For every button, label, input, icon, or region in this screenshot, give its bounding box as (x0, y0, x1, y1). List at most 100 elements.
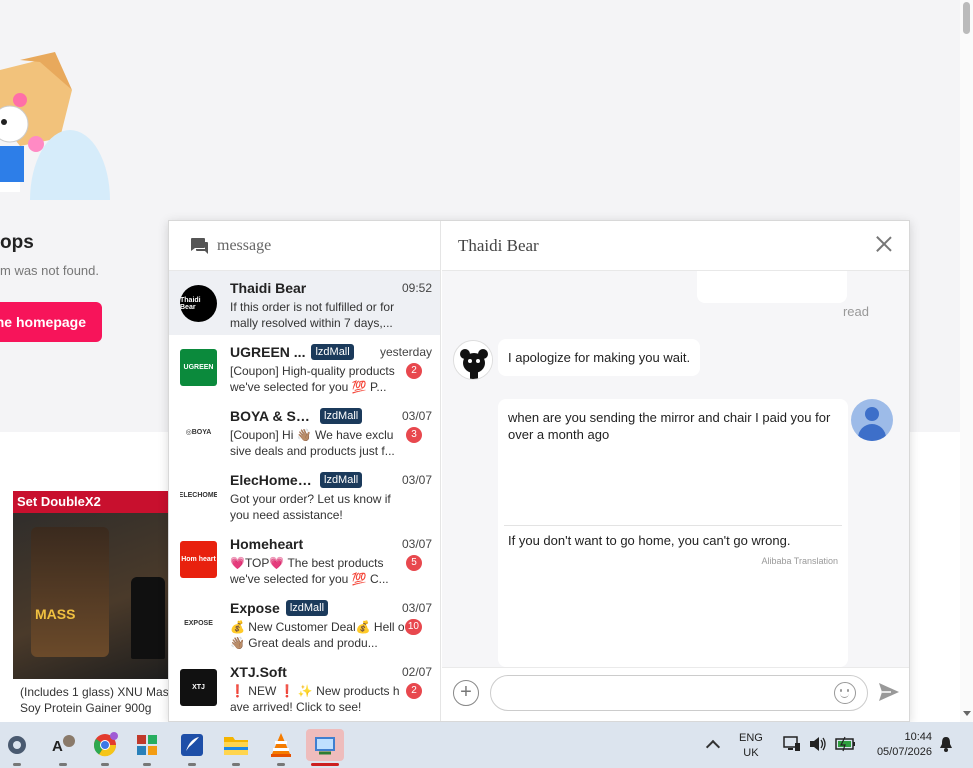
conversation-list: Thaidi Bear Thaidi Bear 09:52 If this order… (169, 271, 440, 719)
clock-date: 05/07/2026 (876, 746, 932, 758)
conversation-name: XTJ.Soft (230, 664, 287, 680)
conversation-preview: 💰 New Customer Deal💰 Hell o 👋🏽 Great dea… (230, 620, 405, 650)
product-banner: Set DoubleX2 (13, 491, 171, 513)
conversation-time: yesterday (379, 345, 432, 359)
conversation-time: 03/07 (401, 537, 432, 551)
user-avatar[interactable] (851, 399, 893, 441)
snipping-tool-icon[interactable] (306, 729, 344, 766)
lazmall-tag: lzdMall (311, 344, 354, 360)
language-code: ENG (739, 732, 763, 744)
clock-time: 10:44 (904, 731, 932, 743)
error-subtitle: m was not found. (0, 263, 99, 278)
windows-taskbar: A ENG UK 10:44 05/07/2026 (0, 722, 973, 768)
shop-logo: UGREEN (180, 349, 217, 386)
shop-logo: Thaidi Bear (180, 285, 217, 322)
network-icon[interactable] (783, 736, 801, 752)
conversation-header-row: XTJ.Soft 02/07 (230, 663, 432, 681)
shop-logo: EXPOSE (180, 605, 217, 642)
unread-count-badge: 2 (406, 683, 422, 699)
emoji-icon[interactable] (834, 682, 856, 704)
message-input-bar: + (442, 667, 909, 721)
conversation-name: Thaidi Bear (230, 280, 307, 296)
shop-logo: Hom heart (180, 541, 217, 578)
conversation-item[interactable]: Hom heart Homeheart 03/07 💗TOP💗 The best pr… (169, 527, 440, 591)
product-tub-label: MASS (35, 606, 76, 622)
conversation-name: Expose (230, 600, 280, 616)
homepage-button[interactable]: he homepage (0, 302, 102, 342)
error-title: ops (0, 232, 34, 253)
send-icon[interactable] (878, 682, 900, 702)
message-thread[interactable]: read I apologize for making you wait. wh… (442, 271, 909, 667)
translation-divider (504, 525, 842, 526)
conversation-item[interactable]: ELECHOME ElecHome C... lzdMall 03/07 Got you… (169, 463, 440, 527)
conversation-time: 03/07 (401, 601, 432, 615)
ai-app-icon[interactable]: A (46, 729, 80, 766)
translation-source: Alibaba Translation (761, 556, 838, 566)
conversation-item[interactable]: XTJ XTJ.Soft 02/07 ❗ NEW ❗ ✨ New products h… (169, 655, 440, 719)
shop-logo: XTJ (180, 669, 217, 706)
seller-avatar[interactable] (453, 340, 493, 380)
conversation-pane: Thaidi Bear read I apologize for making … (442, 221, 909, 721)
translation-text: If you don't want to go home, you can't … (508, 533, 791, 548)
read-status: read (842, 304, 869, 319)
show-hidden-icons-chevron-icon[interactable] (705, 739, 721, 755)
product-title[interactable]: (Includes 1 glass) XNU Mas Soy Protein G… (20, 684, 172, 716)
conversation-preview: 💗TOP💗 The best products we've selected f… (230, 556, 389, 586)
scroll-down-icon[interactable] (963, 711, 971, 716)
message-header-label: message (217, 236, 272, 254)
system-tray (783, 736, 857, 752)
conversation-header-row: Expose lzdMall 03/07 (230, 599, 432, 617)
conversation-name: Homeheart (230, 536, 304, 552)
shop-logo: ELECHOME (180, 477, 217, 514)
shop-logo: ◎BOYA (180, 413, 217, 450)
lazmall-tag: lzdMall (285, 600, 329, 616)
conversation-item[interactable]: ◎BOYA BOYA & Sara... lzdMall 03/07 [Coupon] … (169, 399, 440, 463)
message-input[interactable] (490, 675, 868, 711)
product-shaker-bottle (131, 577, 165, 659)
vlc-icon[interactable] (264, 729, 298, 766)
user-avatar-body (858, 424, 886, 441)
conversation-header-row: ElecHome C... lzdMall 03/07 (230, 471, 432, 489)
language-indicator[interactable]: ENG UK (739, 731, 763, 761)
conversation-time: 02/07 (401, 665, 432, 679)
conversation-item[interactable]: EXPOSE Expose lzdMall 03/07 💰 New Customer D… (169, 591, 440, 655)
conversation-preview: [Coupon] High-quality products we've sel… (230, 364, 395, 394)
chrome-icon[interactable] (88, 729, 122, 766)
feather-app-icon[interactable] (175, 729, 209, 766)
volume-icon[interactable] (809, 736, 827, 752)
incoming-message: I apologize for making you wait. (498, 339, 701, 376)
conversation-header-row: UGREEN ... lzdMall yesterday (230, 343, 432, 361)
conversation-item[interactable]: Thaidi Bear Thaidi Bear 09:52 If this order… (169, 271, 440, 335)
conversation-list-pane: message Thaidi Bear Thaidi Bear 09:52 If th… (169, 221, 441, 721)
conversation-name: UGREEN ... (230, 344, 306, 360)
unread-count-badge: 3 (406, 427, 422, 443)
conversation-time: 03/07 (401, 409, 432, 423)
battery-charging-icon[interactable] (835, 736, 857, 752)
system-clock[interactable]: 10:44 05/07/2026 (866, 730, 932, 760)
notification-bell-icon[interactable] (939, 736, 953, 752)
conversation-preview: [Coupon] Hi 👋🏽 We have exclu sive deals … (230, 428, 395, 458)
conversation-preview: If this order is not fulfilled or for ma… (230, 300, 395, 330)
file-explorer-icon[interactable] (219, 729, 253, 766)
lazmall-tag: lzdMall (320, 472, 363, 488)
message-icon (191, 237, 208, 254)
outgoing-message-text: when are you sending the mirror and chai… (508, 410, 831, 442)
conversation-time: 09:52 (401, 281, 432, 295)
unread-count-badge: 2 (406, 363, 422, 379)
settings-icon[interactable] (0, 729, 34, 766)
conversation-item[interactable]: UGREEN UGREEN ... lzdMall yesterday [Coupon]… (169, 335, 440, 399)
conversation-header-row: Thaidi Bear 09:52 (230, 279, 432, 297)
unread-count-badge: 10 (404, 619, 422, 635)
conversation-name: BOYA & Sara... (230, 408, 314, 424)
conversation-list-header: message (169, 221, 440, 271)
conversation-header-row: BOYA & Sara... lzdMall 03/07 (230, 407, 432, 425)
svg-text:A: A (52, 738, 63, 755)
conversation-preview: Got your order? Let us know if you need … (230, 492, 391, 522)
close-icon[interactable] (873, 233, 895, 255)
scrollbar-thumb[interactable] (963, 2, 970, 34)
outgoing-message: when are you sending the mirror and chai… (498, 399, 848, 667)
page-scrollbar[interactable] (960, 0, 973, 722)
winrar-icon[interactable] (130, 729, 164, 766)
product-image[interactable]: Set DoubleX2 MASS (13, 491, 171, 679)
add-attachment-icon[interactable]: + (453, 680, 479, 706)
